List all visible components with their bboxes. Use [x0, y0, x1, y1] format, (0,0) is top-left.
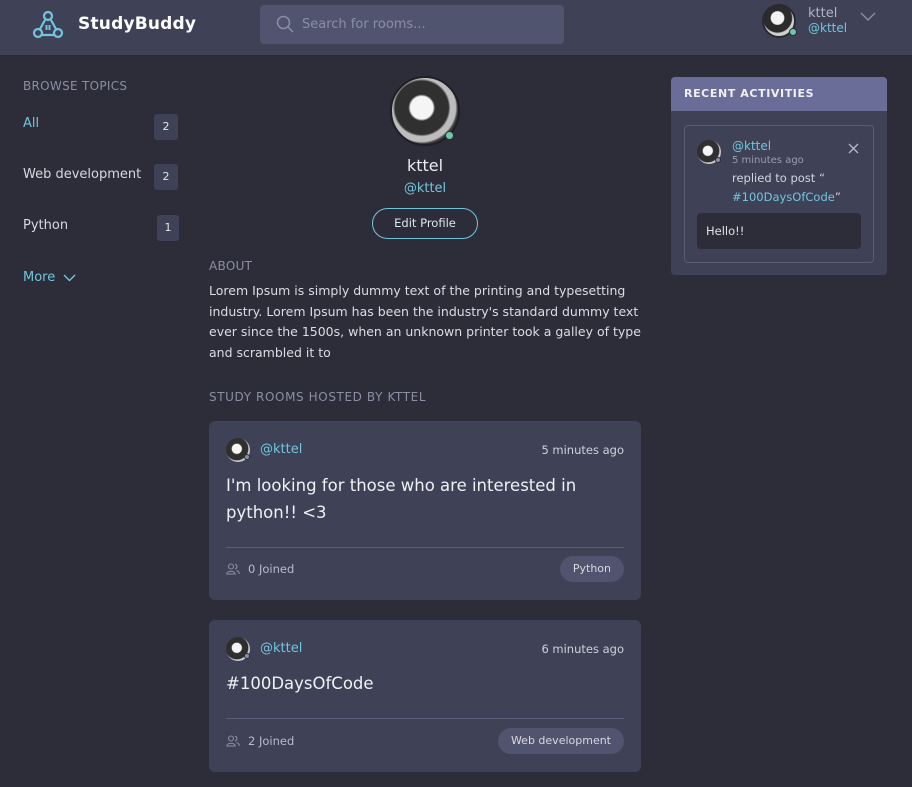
chevron-down-icon — [63, 274, 76, 281]
about-title: ABOUT — [209, 259, 253, 273]
activity-post-link[interactable]: #100DaysOfCode — [732, 190, 835, 204]
divider — [226, 547, 624, 548]
room-host-handle[interactable]: @kttel — [260, 641, 302, 656]
activity-time: 5 minutes ago — [732, 155, 804, 166]
user-name: kttel — [808, 6, 838, 21]
room-title[interactable]: I'm looking for those who are interested… — [226, 472, 586, 526]
more-topics-button[interactable]: More — [23, 270, 76, 285]
search-icon — [276, 15, 294, 33]
joined-label: 0 Joined — [248, 562, 295, 576]
divider — [226, 718, 624, 719]
joined-count: 2 Joined — [226, 734, 294, 748]
browse-topics-title: BROWSE TOPICS — [23, 79, 128, 93]
topic-tag[interactable]: Web development — [497, 728, 624, 754]
about-text: Lorem Ipsum is simply dummy text of the … — [209, 283, 641, 360]
users-icon — [226, 563, 240, 575]
topic-all[interactable]: All — [23, 116, 39, 131]
brand-name[interactable]: StudyBuddy — [78, 14, 196, 34]
activity-quote-close: ” — [834, 190, 841, 204]
logo-icon[interactable] — [33, 11, 63, 39]
room-host-handle[interactable]: @kttel — [260, 442, 302, 457]
activity-reply-text: Hello!! — [697, 213, 861, 249]
room-card[interactable]: @kttel 6 minutes ago #100DaysOfCode 2 Jo… — [209, 620, 641, 772]
activity-action: replied to post “ — [732, 171, 825, 185]
status-indicator — [244, 653, 250, 659]
chevron-down-icon[interactable] — [860, 12, 876, 22]
joined-label: 2 Joined — [248, 734, 295, 748]
joined-count: 0 Joined — [226, 562, 294, 576]
panel-header: RECENT ACTIVITIES — [671, 77, 887, 111]
close-icon[interactable] — [848, 143, 859, 154]
topic-tag[interactable]: Python — [559, 556, 624, 582]
topic-count: 1 — [157, 215, 179, 241]
room-card[interactable]: @kttel 5 minutes ago I'm looking for tho… — [209, 421, 641, 600]
activity-item: @kttel 5 minutes ago replied to post “ #… — [684, 125, 874, 263]
search-bar[interactable] — [260, 5, 564, 44]
recent-activities-title: RECENT ACTIVITIES — [684, 87, 815, 100]
room-time: 6 minutes ago — [541, 642, 624, 656]
edit-profile-button[interactable]: Edit Profile — [372, 208, 478, 239]
top-bar: StudyBuddy kttel @kttel — [0, 0, 912, 56]
status-indicator — [244, 454, 250, 460]
activity-description: replied to post “ #100DaysOfCode” — [732, 169, 867, 207]
online-indicator — [789, 28, 797, 36]
user-handle: @kttel — [808, 21, 848, 35]
user-menu[interactable]: kttel @kttel — [762, 4, 882, 40]
status-indicator — [715, 157, 721, 163]
users-icon — [226, 735, 240, 747]
recent-activities-panel: RECENT ACTIVITIES @kttel 5 minutes ago r… — [671, 77, 887, 275]
more-label: More — [23, 270, 56, 285]
activity-user-handle[interactable]: @kttel — [732, 139, 771, 153]
topic-count: 2 — [154, 114, 178, 140]
room-time: 5 minutes ago — [541, 443, 624, 457]
search-input[interactable] — [302, 5, 552, 44]
online-indicator — [445, 131, 454, 140]
topic-python[interactable]: Python — [23, 218, 68, 233]
room-title[interactable]: #100DaysOfCode — [226, 670, 586, 697]
rooms-section-title: STUDY ROOMS HOSTED BY KTTEL — [209, 390, 427, 404]
